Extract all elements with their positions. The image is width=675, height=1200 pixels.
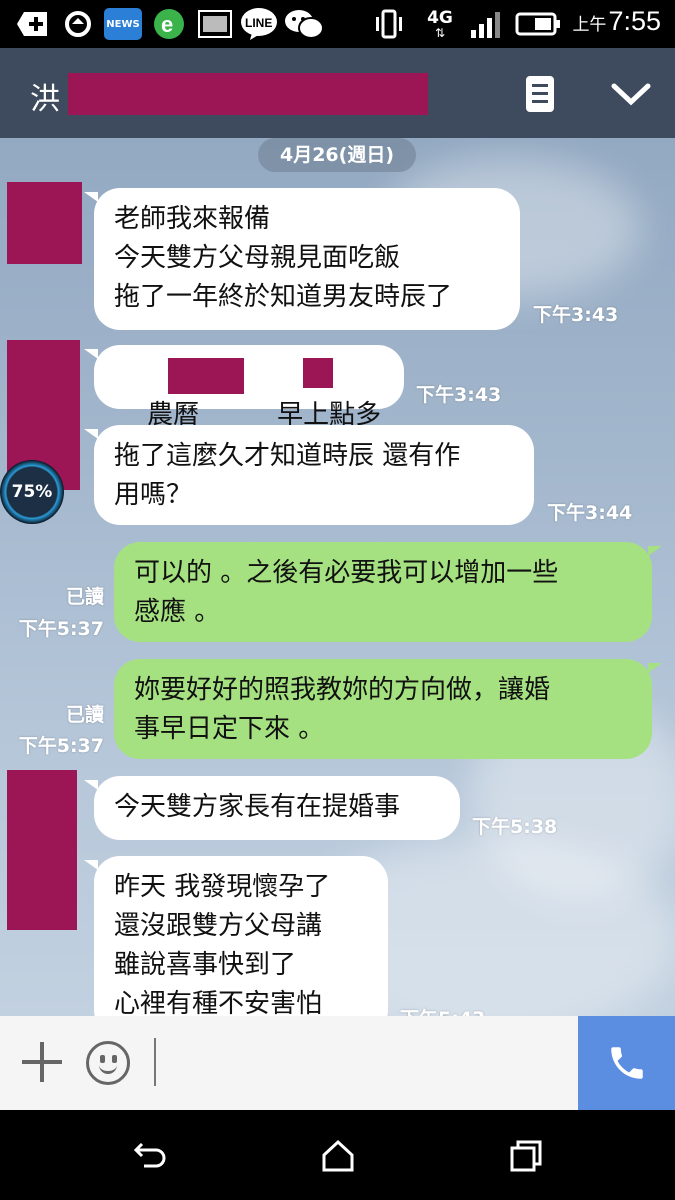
message-input-bar [0, 1016, 675, 1110]
line-icon: LINE [240, 8, 278, 40]
avatar[interactable] [7, 182, 82, 264]
message-bubble-outgoing[interactable]: 可以的 。之後有必要我可以增加一些 感應 。 [114, 542, 662, 642]
message-bubble-outgoing[interactable]: 妳要好好的照我教妳的方向做，讓婚 事早日定下來 。 [114, 659, 662, 759]
chevron-down-icon[interactable] [610, 80, 652, 108]
browser-icon: e [150, 8, 188, 40]
phone-icon [610, 1047, 643, 1079]
avatar[interactable] [7, 770, 77, 930]
date-separator: 4月26(週日) [258, 138, 416, 172]
system-nav-bar [0, 1110, 675, 1200]
chat-area[interactable]: 4月26(週日) 老師我來報備 今天雙方父母親見面吃飯 拖了一年終於知道男友時辰… [0, 138, 675, 1016]
add-box-icon [14, 8, 52, 40]
news-icon: NEWS [104, 8, 142, 40]
battery-icon [514, 8, 562, 40]
chat-header: 洪 [0, 48, 675, 138]
recents-icon[interactable] [506, 1138, 546, 1174]
emoji-icon[interactable] [86, 1041, 130, 1085]
home-icon[interactable] [318, 1138, 358, 1174]
read-receipt: 已讀 [65, 586, 104, 608]
message-time: 下午5:37 [18, 735, 104, 757]
svg-text:e: e [161, 12, 173, 37]
signal-icon [468, 8, 506, 40]
message-bubble-incoming[interactable]: 農曆 早上點多 [84, 345, 404, 430]
status-time: 上午7:55 [572, 6, 661, 37]
message-time: 下午3:43 [416, 384, 502, 406]
message-input[interactable] [154, 1038, 156, 1086]
network-4g-icon: 4G ⇅ [427, 7, 453, 40]
message-bubble-incoming[interactable]: 今天雙方家長有在提婚事 [84, 776, 460, 840]
contact-name[interactable]: 洪 [30, 74, 60, 118]
news-icon-label: NEWS [106, 18, 140, 30]
floating-widget-badge[interactable]: 75% [0, 460, 64, 524]
message-time: 下午3:44 [547, 502, 633, 524]
message-time: 下午3:43 [533, 304, 619, 326]
message-bubble-incoming[interactable]: 老師我來報備 今天雙方父母親見面吃飯 拖了一年終於知道男友時辰了 [84, 188, 520, 330]
plus-icon[interactable] [22, 1042, 62, 1082]
time-value: 7:55 [608, 6, 661, 36]
vibrate-icon [372, 8, 406, 40]
message-bubble-incoming[interactable]: 拖了這麼久才知道時辰 還有作 用嗎？ [84, 425, 534, 525]
network-label: 4G [427, 7, 453, 28]
status-bar: NEWS e LINE 4G ⇅ 上午7:55 [0, 0, 675, 48]
svg-text:LINE: LINE [245, 16, 272, 30]
message-bubble-incoming[interactable]: 昨天 我發現懷孕了 還沒跟雙方父母講 雖說喜事快到了 心裡有種不安害怕 [84, 856, 388, 1016]
wechat-icon [284, 8, 324, 40]
sync-icon [60, 8, 96, 40]
back-icon[interactable] [130, 1138, 170, 1174]
image-icon [196, 8, 234, 40]
notes-icon[interactable] [522, 74, 558, 114]
message-time: 下午5:43 [400, 1004, 485, 1016]
time-period: 上午 [572, 15, 607, 34]
redacted-name [68, 73, 428, 115]
message-time: 下午5:37 [18, 618, 104, 640]
read-receipt: 已讀 [65, 704, 104, 726]
call-button[interactable] [578, 1016, 675, 1110]
message-time: 下午5:38 [472, 816, 558, 838]
redacted-text [303, 358, 333, 388]
redacted-text [168, 358, 244, 394]
